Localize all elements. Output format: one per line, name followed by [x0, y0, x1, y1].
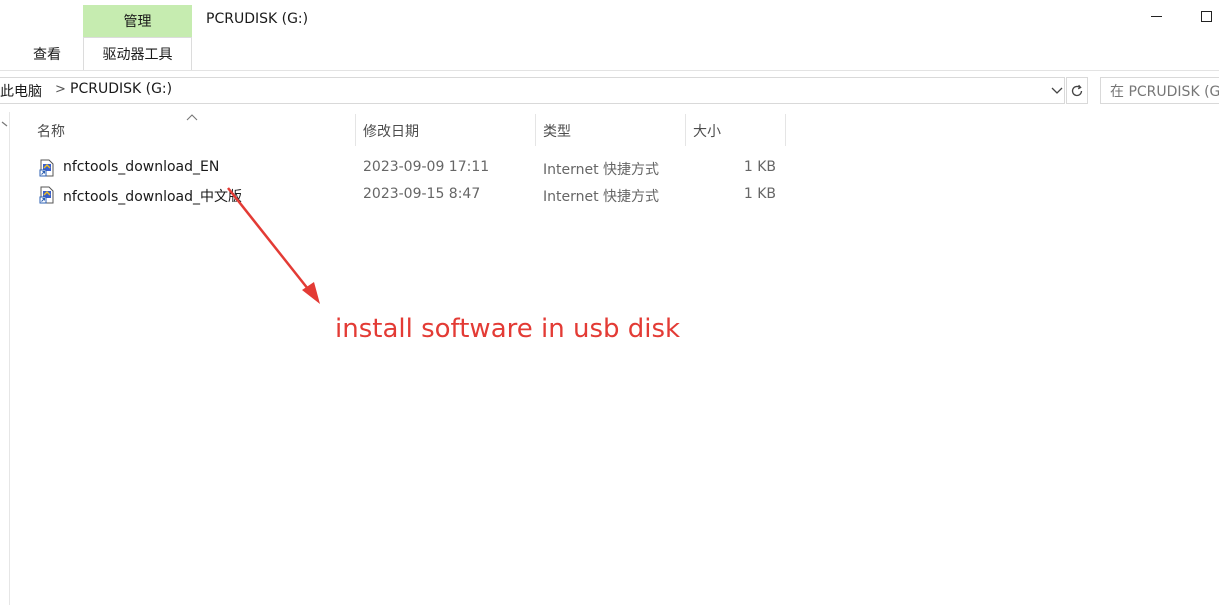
file-name[interactable]: nfctools_download_中文版	[63, 186, 242, 206]
column-header-size[interactable]: 大小	[693, 121, 721, 141]
refresh-icon[interactable]	[1066, 77, 1088, 104]
tab-drive-tools[interactable]: 驱动器工具	[83, 37, 192, 70]
sort-ascending-icon	[186, 110, 198, 121]
file-type: Internet 快捷方式	[543, 162, 660, 178]
breadcrumb-drive[interactable]: PCRUDISK (G:)	[70, 81, 172, 97]
file-date: 2023-09-15 8:47	[363, 186, 481, 202]
file-size: 1 KB	[743, 159, 776, 175]
column-divider[interactable]	[355, 114, 356, 146]
column-divider[interactable]	[685, 114, 686, 146]
file-date: 2023-09-09 17:11	[363, 159, 490, 175]
file-row[interactable]: nfctools_download_EN 2023-09-09 17:11 In…	[36, 155, 788, 181]
column-divider[interactable]	[785, 114, 786, 146]
chevron-right-icon[interactable]	[0, 118, 10, 128]
chevron-down-icon[interactable]	[1048, 80, 1066, 102]
file-type: Internet 快捷方式	[543, 189, 660, 205]
file-size: 1 KB	[743, 186, 776, 202]
internet-shortcut-icon	[39, 186, 55, 204]
file-row[interactable]: nfctools_download_中文版 2023-09-15 8:47 In…	[36, 182, 788, 208]
window-title: PCRUDISK (G:)	[206, 11, 309, 27]
navigation-pane[interactable]	[0, 112, 10, 605]
breadcrumb-separator[interactable]: >	[55, 82, 66, 97]
minimize-icon[interactable]	[1146, 6, 1166, 26]
tab-view[interactable]: 查看	[33, 44, 61, 64]
column-header-date[interactable]: 修改日期	[363, 121, 419, 141]
internet-shortcut-icon	[39, 159, 55, 177]
column-divider[interactable]	[535, 114, 536, 146]
file-name[interactable]: nfctools_download_EN	[63, 159, 219, 175]
column-header-name[interactable]: 名称	[37, 121, 65, 141]
tab-manage[interactable]: 管理	[83, 5, 192, 37]
column-header-type[interactable]: 类型	[543, 121, 571, 141]
annotation-text: install software in usb disk	[335, 314, 681, 344]
breadcrumb-this-pc[interactable]: 此电脑	[0, 81, 42, 101]
maximize-icon[interactable]	[1196, 6, 1216, 26]
search-input[interactable]: 在 PCRUDISK (G:)	[1100, 77, 1219, 104]
